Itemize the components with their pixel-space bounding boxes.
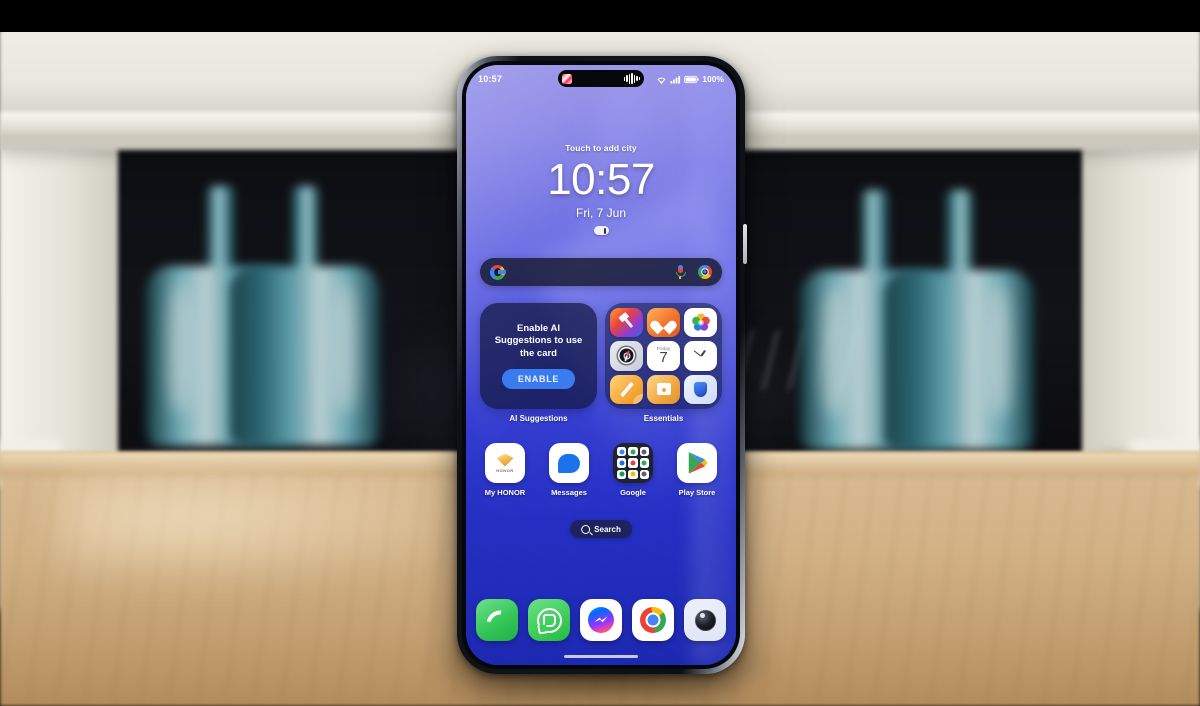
dock [476, 599, 726, 641]
widget-label-ai: AI Suggestions [509, 414, 568, 423]
google-search-bar[interactable] [480, 258, 722, 286]
notes-icon[interactable] [610, 374, 643, 404]
compass-icon[interactable] [610, 341, 643, 371]
calendar-day: 7 [659, 349, 668, 367]
mantel-left-leg [0, 128, 118, 488]
clock-icon[interactable] [684, 341, 717, 371]
message-bubble-icon[interactable] [549, 443, 589, 483]
glass-bottle [884, 190, 1034, 450]
whatsapp-icon[interactable] [528, 599, 570, 641]
app-activity-icon [562, 73, 572, 84]
app-label-my-honor: My HONOR [484, 488, 526, 497]
wifi-icon [657, 77, 666, 84]
app-my-honor[interactable]: HONOR My HONOR [478, 443, 532, 497]
ai-suggestions-card[interactable]: Enable AI Suggestions to use the card EN… [480, 303, 597, 409]
status-icons: 100% [656, 74, 724, 84]
messenger-bolt-icon[interactable] [580, 599, 622, 641]
security-icon[interactable] [684, 374, 717, 404]
clock-date: Fri, 7 Jun [575, 206, 626, 221]
essentials-folder[interactable]: Friday 7 [605, 303, 722, 409]
camera-lens-icon[interactable] [684, 599, 726, 641]
signal-icon [670, 75, 681, 83]
battery-icon [684, 75, 699, 83]
app-label-play-store: Play Store [678, 488, 716, 497]
google-g-icon [490, 264, 506, 280]
app-label-messages: Messages [551, 488, 587, 497]
play-store-icon[interactable] [677, 443, 717, 483]
google-folder-icon[interactable] [613, 443, 653, 483]
gallery-icon[interactable] [684, 308, 717, 338]
widget-essentials[interactable]: Friday 7 Essentials [605, 303, 722, 423]
health-icon[interactable] [647, 308, 680, 338]
widget-row: Enable AI Suggestions to use the card EN… [480, 303, 722, 423]
search-actions [676, 265, 712, 279]
table-highlight [60, 470, 480, 590]
weather-pill-icon[interactable] [593, 226, 609, 236]
mantel-right-leg [1082, 128, 1200, 488]
clock-time: 10:57 [547, 155, 655, 204]
power-button[interactable] [743, 224, 747, 264]
widget-label-essentials: Essentials [643, 414, 684, 423]
search-pill[interactable]: Search [570, 520, 632, 538]
calendar-icon[interactable]: Friday 7 [647, 341, 680, 371]
app-row: HONOR My HONOR Messages Google Play Stor… [478, 443, 724, 497]
google-lens-icon[interactable] [698, 265, 712, 279]
ai-card-text: Enable AI Suggestions to use the card [494, 322, 583, 359]
search-pill-label: Search [594, 524, 621, 534]
app-play-store[interactable]: Play Store [670, 443, 724, 497]
themes-icon[interactable] [610, 308, 643, 338]
app-messages[interactable]: Messages [542, 443, 596, 497]
app-label-google: Google [620, 488, 646, 497]
widget-ai-suggestions[interactable]: Enable AI Suggestions to use the card EN… [480, 303, 597, 423]
app-google-folder[interactable]: Google [606, 443, 660, 497]
dynamic-island[interactable] [558, 70, 644, 87]
city-prompt[interactable]: Touch to add city [466, 143, 736, 153]
honor-gem-icon[interactable]: HONOR [485, 443, 525, 483]
status-time: 10:57 [478, 74, 503, 84]
enable-button[interactable]: ENABLE [501, 369, 576, 390]
clock-widget[interactable]: Touch to add city 10:57 Fri, 7 Jun [466, 143, 736, 236]
honor-wordmark: HONOR [496, 467, 514, 473]
phone-device: 10:57 100% Touch to add city 10:57 Fri, … [457, 56, 747, 674]
letterbox-top [0, 0, 1200, 32]
files-icon[interactable] [647, 374, 680, 404]
screenshot-stage: 10:57 100% Touch to add city 10:57 Fri, … [0, 0, 1200, 706]
glass-bottle [230, 186, 380, 446]
chrome-icon[interactable] [632, 599, 674, 641]
battery-percent: 100% [702, 74, 724, 84]
magnifier-icon [581, 524, 591, 534]
microphone-icon[interactable] [676, 265, 686, 279]
phone-screen[interactable]: 10:57 100% Touch to add city 10:57 Fri, … [466, 65, 736, 665]
phone-handset-icon[interactable] [476, 599, 518, 641]
home-indicator[interactable] [564, 655, 638, 658]
audio-waveform-icon [623, 73, 640, 84]
